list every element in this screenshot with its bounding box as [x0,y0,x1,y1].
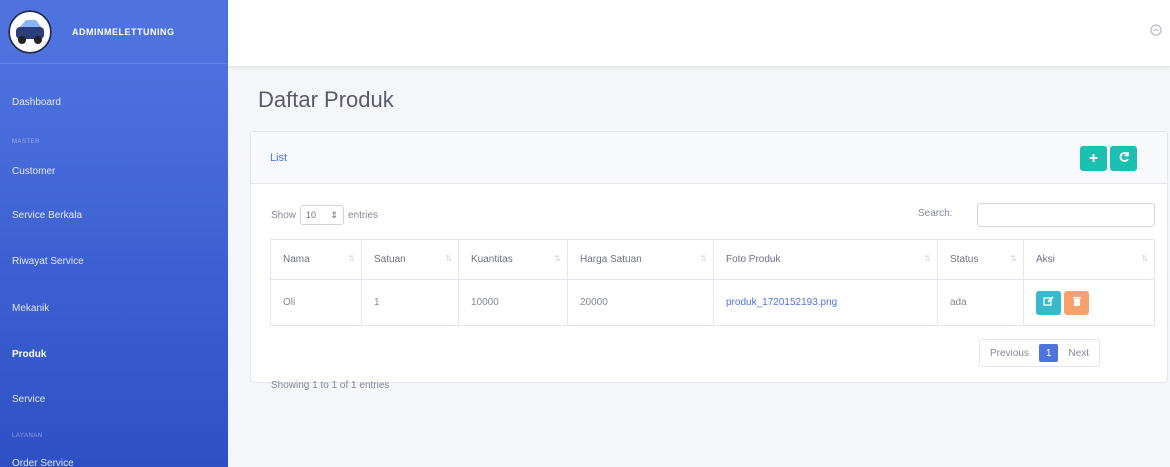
cell-nama: Oli [270,279,362,326]
plus-icon: + [1088,149,1099,167]
column-header-status[interactable]: Status ⇅ [937,239,1024,280]
sidebar-heading-master: MASTER [12,139,41,145]
column-label: Foto Produk [726,254,781,265]
sidebar-item-mekanik[interactable]: Mekanik [0,303,228,314]
table-header-row: Nama ⇅ Satuan ⇅ Kuantitas ⇅ Harga Satuan ⇅ F… [270,239,1155,280]
column-label: Kuantitas [471,254,513,265]
column-header-kuantitas[interactable]: Kuantitas ⇅ [458,239,568,280]
entries-select-value: 10 [306,210,317,220]
cell-status: ada [937,279,1024,326]
sort-icon: ⇅ [554,254,561,263]
chevron-updown-icon: ⇕ [330,209,339,220]
column-header-harga-satuan[interactable]: Harga Satuan ⇅ [567,239,714,280]
sidebar-item-service[interactable]: Service [0,394,228,405]
brand-logo [8,9,52,54]
edit-icon [1043,295,1054,310]
table-row: Oli 1 10000 20000 produk_1720152193.png … [270,279,1155,326]
column-label: Status [950,254,979,265]
sort-icon: ⇅ [700,254,707,263]
cell-kuantitas: 10000 [458,279,568,326]
product-list-card: List + Show 10 ⇕ entries Search: Nama ⇅ S… [250,131,1168,391]
sort-icon: ⇅ [445,254,452,263]
entries-select[interactable]: 10 ⇕ [300,205,345,225]
product-photo-link[interactable]: produk_1720152193.png [726,297,837,308]
add-product-button[interactable]: + [1080,146,1107,171]
edit-button[interactable] [1036,290,1061,315]
column-label: Satuan [374,254,406,265]
cell-satuan: 1 [361,279,459,326]
sort-icon: ⇅ [1010,254,1017,263]
cell-foto-produk: produk_1720152193.png [713,279,938,326]
page-title: Daftar Produk [258,87,394,112]
pagination: Previous 1 Next [979,339,1101,367]
trash-icon [1072,296,1082,310]
product-table: Nama ⇅ Satuan ⇅ Kuantitas ⇅ Harga Satuan ⇅ F… [270,239,1155,326]
pagination-page-1[interactable]: 1 [1038,344,1059,362]
card-title: List [270,152,288,164]
table-info: Showing 1 to 1 of 1 entries [271,380,390,391]
sidebar-item-order-service[interactable]: Order Service [0,458,228,467]
column-label: Aksi [1036,254,1055,265]
refresh-button[interactable] [1110,146,1137,171]
cell-harga-satuan: 20000 [567,279,714,326]
sidebar-item-produk[interactable]: Produk [0,349,228,360]
column-header-satuan[interactable]: Satuan ⇅ [361,239,459,280]
column-label: Harga Satuan [580,254,642,265]
brand[interactable]: ADMINMELETTUNING [0,0,228,64]
sidebar-item-riwayat-service[interactable]: Riwayat Service [0,256,228,267]
pagination-next[interactable]: Next [1058,340,1099,366]
sort-icon: ⇅ [348,254,355,263]
sidebar: ADMINMELETTUNING Dashboard MASTER Custom… [0,0,228,467]
sidebar-item-customer[interactable]: Customer [0,166,228,177]
refresh-icon [1118,151,1130,166]
card-header: List + [251,132,1167,184]
sidebar-heading-layanan: LAYANAN [12,433,43,439]
sort-icon: ⇅ [924,254,931,263]
pagination-previous[interactable]: Previous [980,340,1039,366]
sort-icon: ⇅ [1141,254,1148,263]
topbar [228,0,1170,66]
search-input[interactable] [977,203,1155,227]
column-label: Nama [283,254,310,265]
show-label: Show [271,209,297,221]
entries-length-control: Show 10 ⇕ entries [271,205,378,225]
user-icon[interactable] [1150,24,1162,39]
column-header-foto-produk[interactable]: Foto Produk ⇅ [713,239,938,280]
sidebar-item-service-berkala[interactable]: Service Berkala [0,210,228,221]
cell-aksi [1023,279,1155,326]
search-label: Search: [918,208,953,219]
delete-button[interactable] [1064,290,1089,315]
entries-label: entries [348,209,379,221]
column-header-nama[interactable]: Nama ⇅ [270,239,362,280]
brand-name: ADMINMELETTUNING [72,26,175,37]
column-header-aksi[interactable]: Aksi ⇅ [1023,239,1155,280]
sidebar-item-dashboard[interactable]: Dashboard [0,97,228,108]
